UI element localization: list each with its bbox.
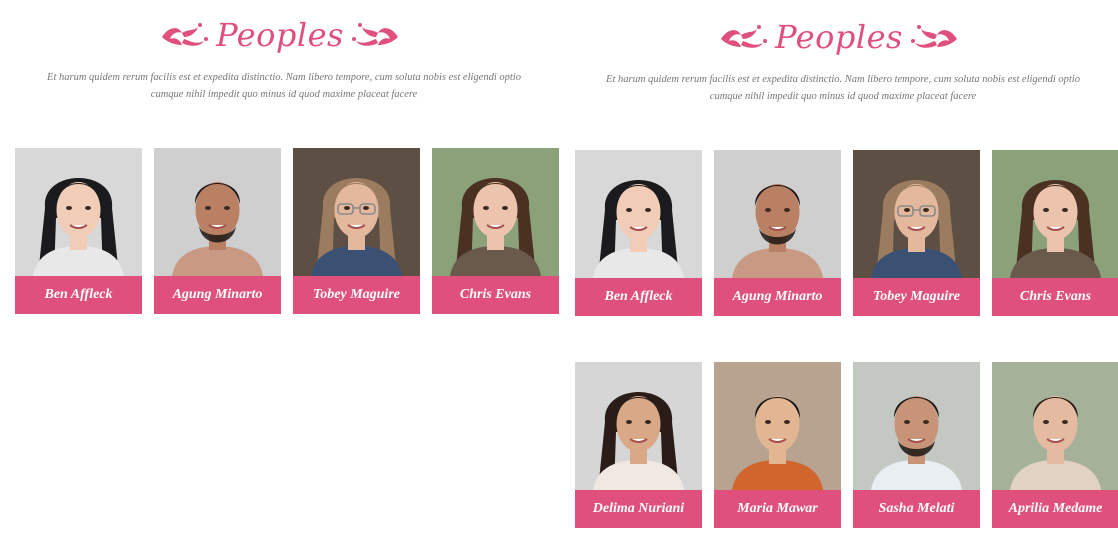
- person-name[interactable]: Tobey Maguire: [853, 278, 980, 316]
- person-name[interactable]: Ben Affleck: [15, 276, 142, 314]
- description-line: Et harum quidem rerum facilis est et exp…: [47, 72, 521, 83]
- person-name[interactable]: Aprilia Medame: [992, 490, 1118, 528]
- person-name[interactable]: Agung Minarto: [714, 278, 841, 316]
- flourish-right-icon: [910, 25, 957, 48]
- description-line: cumque nihil impedit quo minus id quod m…: [709, 91, 977, 102]
- description-line: Et harum quidem rerum facilis est et exp…: [606, 74, 1080, 85]
- bearded-man-photo: [154, 148, 281, 276]
- person-card[interactable]: Agung Minarto: [714, 150, 841, 316]
- person-card[interactable]: Ben Affleck: [575, 150, 702, 316]
- section-description: Et harum quidem rerum facilis est et exp…: [20, 69, 548, 103]
- person-card[interactable]: Delima Nuriani: [575, 362, 702, 528]
- woman-long-black-hair-photo: [15, 148, 142, 276]
- young-person-curly-hair-photo: [992, 362, 1118, 490]
- person-name[interactable]: Sasha Melati: [853, 490, 980, 528]
- section-heading: Peoples: [560, 18, 1118, 56]
- section-description: Et harum quidem rerum facilis est et exp…: [580, 71, 1106, 105]
- person-name[interactable]: Agung Minarto: [154, 276, 281, 314]
- smiling-man-photo: [853, 362, 980, 490]
- person-name[interactable]: Tobey Maguire: [293, 276, 420, 314]
- person-card[interactable]: Tobey Maguire: [853, 150, 980, 316]
- flourish-right-icon: [351, 23, 398, 46]
- person-card[interactable]: Agung Minarto: [154, 148, 281, 314]
- person-card[interactable]: Chris Evans: [992, 150, 1118, 316]
- description-line: cumque nihil impedit quo minus id quod m…: [150, 89, 418, 100]
- section-heading: Peoples: [0, 16, 560, 54]
- smiling-woman-photo: [992, 150, 1118, 278]
- person-name[interactable]: Maria Mawar: [714, 490, 841, 528]
- person-card[interactable]: Sasha Melati: [853, 362, 980, 528]
- woman-long-black-hair-photo: [575, 150, 702, 278]
- person-name[interactable]: Chris Evans: [992, 278, 1118, 316]
- person-name[interactable]: Chris Evans: [432, 276, 559, 314]
- person-card[interactable]: Tobey Maguire: [293, 148, 420, 314]
- section-title: Peoples: [216, 16, 344, 54]
- flourish-left-icon: [721, 25, 768, 48]
- person-card[interactable]: Aprilia Medame: [992, 362, 1118, 528]
- smiling-woman-photo: [432, 148, 559, 276]
- older-woman-glasses-photo: [293, 148, 420, 276]
- bearded-man-photo: [714, 150, 841, 278]
- person-name[interactable]: Ben Affleck: [575, 278, 702, 316]
- young-man-black-hair-photo: [714, 362, 841, 490]
- person-card[interactable]: Maria Mawar: [714, 362, 841, 528]
- person-card[interactable]: Ben Affleck: [15, 148, 142, 314]
- woman-dark-hair-photo: [575, 362, 702, 490]
- person-card[interactable]: Chris Evans: [432, 148, 559, 314]
- older-woman-glasses-photo: [853, 150, 980, 278]
- section-title: Peoples: [775, 18, 903, 56]
- person-name[interactable]: Delima Nuriani: [575, 490, 702, 528]
- flourish-left-icon: [162, 23, 209, 46]
